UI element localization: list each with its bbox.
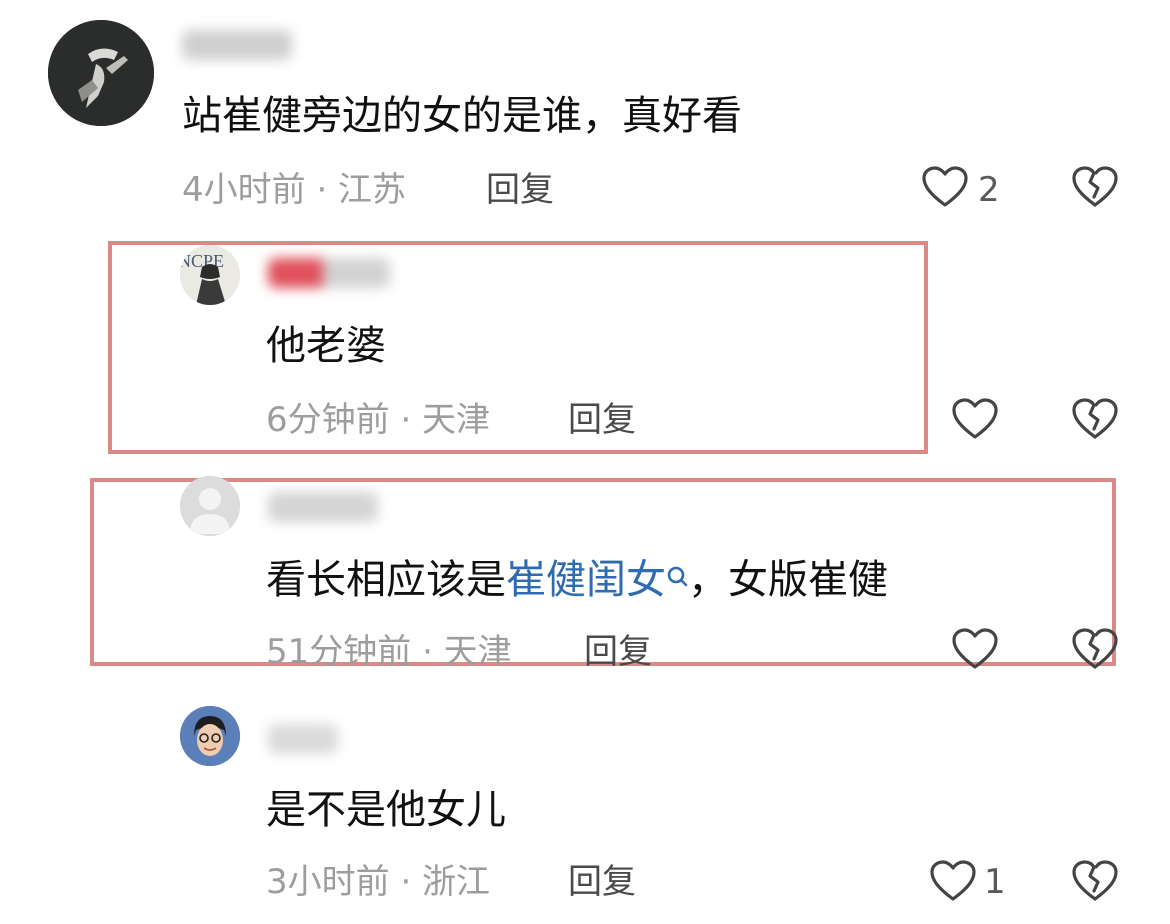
reply-button[interactable]: 回复	[486, 170, 554, 210]
username[interactable]	[268, 258, 390, 288]
broken-heart-icon[interactable]	[1070, 858, 1120, 904]
broken-heart-icon[interactable]	[1070, 164, 1120, 210]
heart-outline-icon[interactable]	[920, 164, 970, 210]
broken-heart-icon[interactable]	[1070, 626, 1120, 672]
heart-outline-icon[interactable]	[928, 858, 978, 904]
comment-text: 是不是他女儿	[266, 787, 506, 833]
like-count: 1	[984, 862, 1006, 902]
search-link[interactable]: 崔健闺女	[506, 557, 666, 603]
username[interactable]	[182, 30, 292, 60]
avatar[interactable]	[180, 476, 240, 536]
comment-text: 看长相应该是崔健闺女 ，女版崔健	[266, 556, 888, 604]
broken-heart-icon[interactable]	[1070, 396, 1120, 442]
avatar[interactable]	[48, 20, 154, 126]
heart-outline-icon[interactable]	[950, 626, 1000, 672]
reply-button[interactable]: 回复	[568, 862, 636, 902]
comment-text-before: 看长相应该是	[266, 557, 506, 603]
reply-button[interactable]: 回复	[584, 632, 652, 672]
heart-outline-icon[interactable]	[950, 396, 1000, 442]
avatar[interactable]: NCPE	[180, 245, 240, 305]
username[interactable]	[268, 492, 378, 522]
comment-meta: 6分钟前 · 天津	[266, 400, 491, 440]
comment-meta: 3小时前 · 浙江	[266, 862, 491, 902]
username[interactable]	[268, 724, 338, 754]
like-count: 2	[978, 170, 1000, 210]
comment-meta: 4小时前 · 江苏	[182, 170, 407, 210]
comment-text: 站崔健旁边的女的是谁，真好看	[182, 93, 742, 139]
avatar[interactable]	[180, 706, 240, 766]
comment-meta: 51分钟前 · 天津	[266, 632, 512, 672]
reply-button[interactable]: 回复	[568, 400, 636, 440]
search-icon[interactable]	[666, 554, 688, 587]
comment-text-after: ，女版崔健	[688, 557, 888, 603]
comment-text: 他老婆	[266, 323, 386, 369]
